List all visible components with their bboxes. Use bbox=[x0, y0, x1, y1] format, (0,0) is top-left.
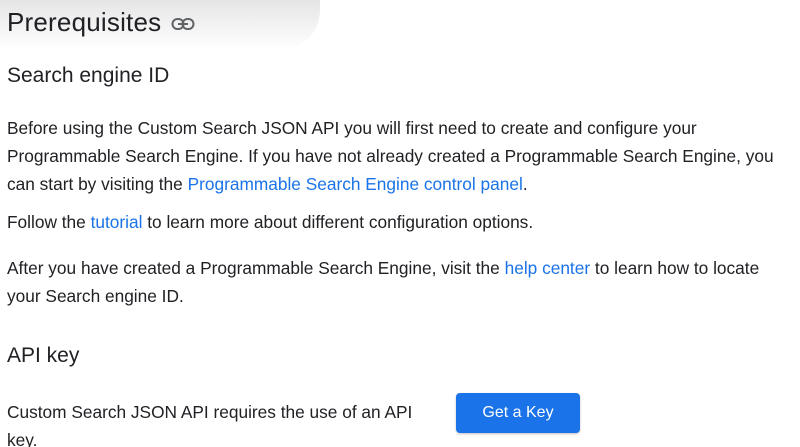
api-key-heading: API key bbox=[7, 344, 80, 367]
tutorial-link[interactable]: tutorial bbox=[91, 212, 143, 232]
control-panel-link[interactable]: Programmable Search Engine control panel bbox=[188, 174, 523, 194]
link-icon[interactable] bbox=[171, 17, 195, 31]
search-engine-id-heading: Search engine ID bbox=[7, 64, 170, 87]
tutorial-paragraph: Follow the tutorial to learn more about … bbox=[7, 208, 793, 236]
help-center-paragraph: After you have created a Programmable Se… bbox=[7, 254, 793, 310]
search-engine-intro-paragraph: Before using the Custom Search JSON API … bbox=[7, 114, 793, 198]
help-center-link[interactable]: help center bbox=[505, 258, 591, 278]
paragraph-text: After you have created a Programmable Se… bbox=[7, 258, 505, 278]
paragraph-text: . bbox=[522, 174, 528, 194]
get-a-key-button[interactable]: Get a Key bbox=[456, 393, 580, 433]
paragraph-text: Follow the bbox=[7, 212, 91, 232]
api-key-paragraph: Custom Search JSON API requires the use … bbox=[7, 402, 413, 447]
paragraph-text: to learn more about different configurat… bbox=[142, 212, 534, 232]
prerequisites-heading-row: Prerequisites bbox=[7, 2, 195, 42]
page-title: Prerequisites bbox=[7, 6, 162, 37]
